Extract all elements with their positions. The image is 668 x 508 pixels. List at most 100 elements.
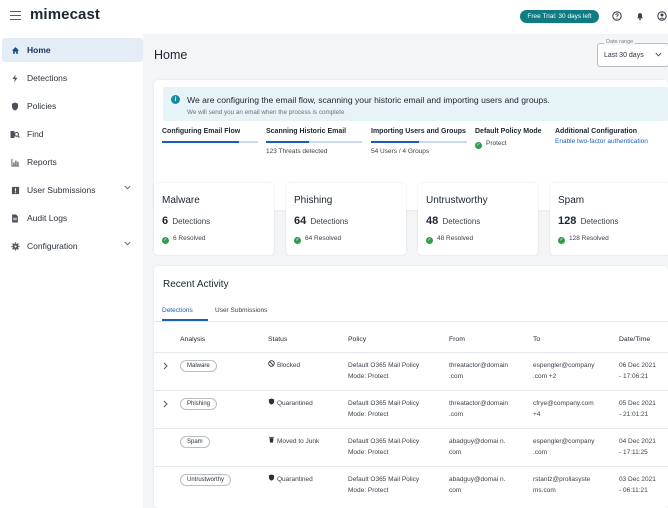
column-header-status[interactable]: Status — [268, 336, 287, 343]
submission-icon — [10, 185, 20, 195]
account-icon[interactable] — [656, 11, 667, 22]
find-icon — [10, 129, 20, 139]
column-header-to[interactable]: To — [533, 336, 540, 343]
help-icon[interactable] — [611, 11, 622, 22]
progress-bar — [162, 141, 258, 143]
page-title: Home — [154, 48, 188, 62]
step-detail: 54 Users / 4 Groups — [371, 148, 430, 155]
enable-2fa-link[interactable]: Enable two-factor authentication — [555, 138, 665, 145]
sidebar-item-reports[interactable]: Reports — [0, 150, 143, 174]
sidebar-item-label: User Submissions — [27, 185, 96, 195]
column-header-policy[interactable]: Policy — [348, 336, 366, 343]
stat-resolved-wrap: ✓ 64 Resolved — [294, 235, 341, 244]
policy-cell: Default O365 Mail Policy Mode: Protect — [348, 474, 419, 496]
menu-icon[interactable] — [10, 11, 21, 23]
tab-detections[interactable]: Detections — [162, 307, 193, 314]
banner-subtitle: We will send you an email when the proce… — [187, 109, 345, 116]
step-detail: Protect — [486, 140, 507, 147]
column-header-analysis[interactable]: Analysis — [180, 336, 205, 343]
to-line2: ms.com — [533, 487, 556, 494]
stat-resolved: 48 Resolved — [437, 235, 474, 242]
from-line2: .com — [449, 411, 464, 418]
stat-card-spam[interactable]: Spam 128 Detections ✓ 128 Resolved — [550, 183, 668, 255]
column-header-datetime[interactable]: Date/Time — [619, 336, 650, 343]
stat-count: 6 — [162, 215, 169, 227]
policy-mode: Mode: Protect — [348, 373, 389, 380]
table-row[interactable]: Untrustworthy Quarantined Default O365 M… — [154, 466, 668, 504]
step-title: Default Policy Mode — [475, 128, 542, 135]
progress-fill — [162, 141, 239, 143]
divider — [154, 321, 668, 322]
analysis-tag: Untrustworthy — [180, 474, 232, 486]
table-row[interactable]: Malware Blocked Default O365 Mail Policy… — [154, 352, 668, 390]
to-cell: cfrye@company.com +4 — [533, 398, 594, 420]
status-text: Blocked — [277, 362, 301, 369]
progress-bar — [266, 141, 362, 143]
stat-name: Spam — [558, 195, 585, 206]
to-line1: rstantz@prollasyste — [533, 476, 591, 483]
stat-card-phishing[interactable]: Phishing 64 Detections ✓ 64 Resolved — [286, 183, 406, 255]
sidebar: Home Detections Policies Find Reports Us… — [0, 38, 143, 262]
step-import-users: Importing Users and Groups 54 Users / 4 … — [371, 128, 467, 155]
step-title: Importing Users and Groups — [371, 128, 466, 135]
date: 04 Dec 2021 — [619, 438, 656, 445]
chevron-right-icon[interactable] — [163, 362, 168, 372]
shield-icon — [10, 101, 20, 111]
chevron-right-icon[interactable] — [163, 400, 168, 410]
sidebar-item-find[interactable]: Find — [0, 122, 143, 146]
blocked-icon — [268, 360, 275, 371]
recent-activity-card: Recent Activity Detections User Submissi… — [154, 266, 668, 508]
trial-badge[interactable]: Free Trial: 30 days left — [520, 10, 599, 23]
sidebar-item-label: Detections — [27, 73, 68, 83]
sidebar-item-home[interactable]: Home — [2, 38, 143, 62]
status-cell: Moved to Junk — [268, 436, 319, 447]
tab-user-submissions[interactable]: User Submissions — [215, 307, 267, 314]
date: 03 Dec 2021 — [619, 476, 656, 483]
logo: mimecast — [30, 6, 101, 23]
sidebar-item-configuration[interactable]: Configuration — [0, 234, 143, 258]
policy-name: Default O365 Mail Policy — [348, 476, 420, 483]
from-cell: abadguy@domai n. com — [449, 474, 505, 496]
from-cell: threatactor@domain .com — [449, 398, 508, 420]
sidebar-item-audit-logs[interactable]: Audit Logs — [0, 206, 143, 230]
stat-count: 128 — [558, 215, 577, 227]
setup-steps: Configuring Email Flow Scanning Historic… — [162, 128, 667, 168]
column-header-from[interactable]: From — [449, 336, 465, 343]
policy-cell: Default O365 Mail Policy Mode: Protect — [348, 360, 419, 382]
stat-name: Phishing — [294, 195, 333, 206]
stat-resolved-wrap: ✓ 6 Resolved — [162, 235, 206, 244]
sidebar-item-detections[interactable]: Detections — [0, 66, 143, 90]
to-line2: .com — [533, 449, 548, 456]
progress-fill — [371, 141, 419, 143]
chart-icon — [10, 157, 20, 167]
sidebar-item-policies[interactable]: Policies — [0, 94, 143, 118]
info-banner: i We are configuring the email flow, sca… — [163, 87, 668, 121]
date: 05 Dec 2021 — [619, 400, 656, 407]
chevron-down-icon — [655, 52, 662, 59]
sidebar-item-user-submissions[interactable]: User Submissions — [0, 178, 143, 202]
status-text: Moved to Junk — [277, 438, 320, 445]
date-range-select[interactable]: Date range Last 30 days — [597, 39, 668, 67]
step-title: Additional Configuration — [555, 128, 638, 135]
from-line2: com — [449, 449, 462, 456]
stat-count-label: Detections — [172, 217, 211, 226]
table-row[interactable]: Phishing Quarantined Default O365 Mail P… — [154, 390, 668, 428]
status-text: Quarantined — [277, 400, 313, 407]
stat-count-label: Detections — [310, 217, 349, 226]
stat-name: Malware — [162, 195, 200, 206]
progress-bar — [371, 141, 467, 143]
stat-card-malware[interactable]: Malware 6 Detections ✓ 6 Resolved — [154, 183, 274, 255]
sidebar-item-label: Reports — [27, 157, 57, 167]
time: - 06:11:21 — [619, 487, 648, 494]
from-cell: abadguy@domai n. com — [449, 436, 505, 458]
notifications-icon[interactable] — [634, 11, 645, 22]
datetime-cell: 06 Dec 2021 - 17:06:21 — [619, 360, 656, 382]
stat-card-untrustworthy[interactable]: Untrustworthy 48 Detections ✓ 48 Resolved — [418, 183, 538, 255]
time: - 17:11:25 — [619, 449, 648, 456]
home-icon — [10, 45, 20, 55]
status-text: Quarantined — [277, 476, 313, 483]
stat-count: 48 — [426, 215, 439, 227]
table-row[interactable]: Spam Moved to Junk Default O365 Mail Pol… — [154, 428, 668, 466]
chevron-down-icon[interactable] — [124, 241, 131, 248]
chevron-down-icon[interactable] — [124, 185, 131, 192]
